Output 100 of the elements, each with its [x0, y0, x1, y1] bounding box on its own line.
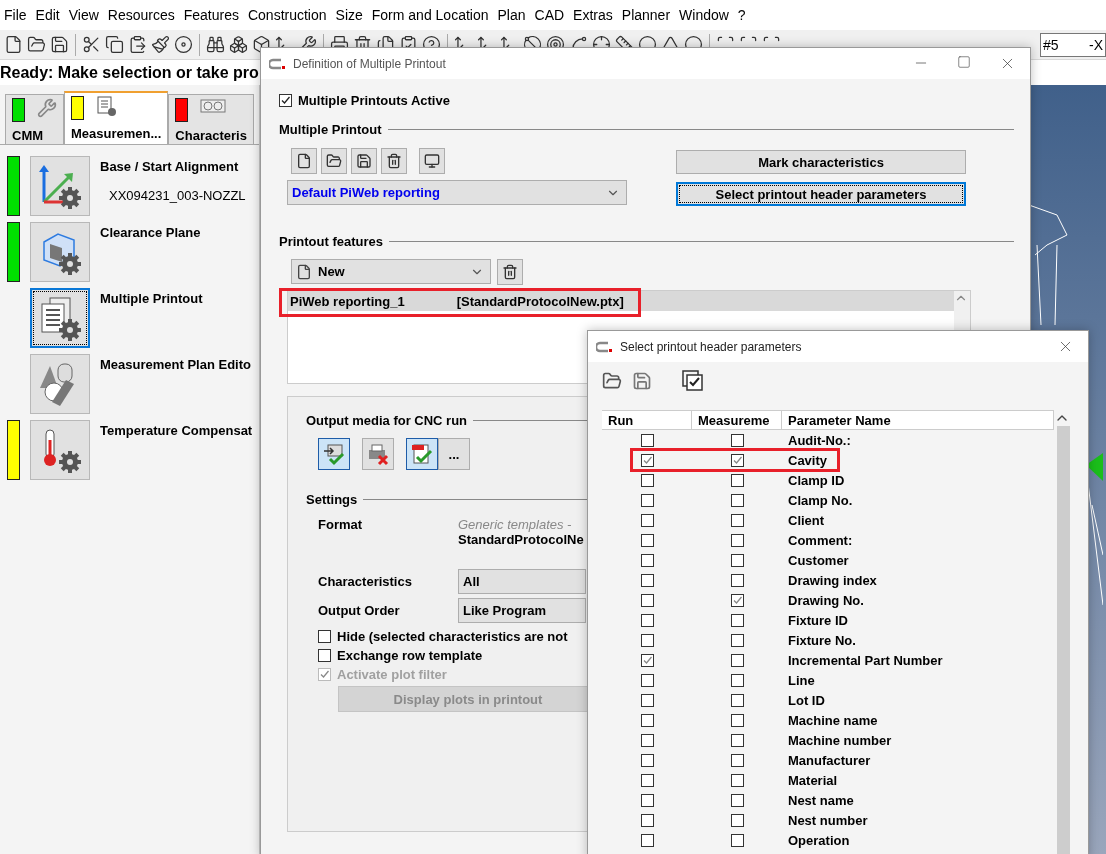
checkbox[interactable] — [730, 693, 744, 707]
delete-button[interactable] — [381, 148, 407, 174]
menu-item[interactable]: Plan — [493, 7, 530, 23]
brush-icon[interactable] — [151, 35, 170, 54]
checkbox[interactable] — [730, 533, 744, 547]
menu-item[interactable]: CAD — [530, 7, 569, 23]
checkbox[interactable] — [730, 473, 744, 487]
plan-item-button[interactable] — [30, 288, 90, 348]
checkbox[interactable] — [640, 513, 654, 527]
action-button[interactable]: Mark characteristics — [676, 150, 966, 174]
checkbox[interactable] — [279, 94, 292, 107]
menu-item[interactable]: Extras — [569, 7, 617, 23]
checkbox[interactable] — [730, 453, 744, 467]
checkbox[interactable] — [640, 593, 654, 607]
menu-item[interactable]: Resources — [103, 7, 179, 23]
checkbox[interactable] — [730, 633, 744, 647]
checkbox[interactable] — [730, 433, 744, 447]
menu-item[interactable]: File — [0, 7, 31, 23]
select-field[interactable]: Like Program — [458, 598, 586, 623]
menu-item[interactable]: Construction — [243, 7, 331, 23]
checkbox[interactable] — [730, 733, 744, 747]
checkbox[interactable] — [640, 453, 654, 467]
checkbox[interactable] — [318, 630, 331, 643]
checkbox[interactable] — [640, 773, 654, 787]
checkbox[interactable] — [730, 573, 744, 587]
checkbox[interactable] — [640, 613, 654, 627]
checkbox[interactable] — [730, 773, 744, 787]
open-button[interactable] — [321, 148, 347, 174]
output-media-button[interactable] — [406, 438, 438, 470]
checkbox[interactable] — [730, 673, 744, 687]
delete-button[interactable] — [497, 259, 523, 285]
new-feature-dropdown[interactable]: New — [291, 259, 491, 284]
new-file-icon[interactable] — [4, 35, 23, 54]
menu-item[interactable]: Edit — [31, 7, 64, 23]
checkbox[interactable] — [730, 653, 744, 667]
action-button[interactable]: Select printout header parameters — [676, 182, 966, 206]
document-gear-icon — [96, 96, 118, 118]
feature-row[interactable]: PiWeb reporting_1 [StandardProtocolNew.ptx] — [288, 291, 954, 311]
checkbox[interactable] — [640, 753, 654, 767]
menu-item[interactable]: ? — [733, 7, 750, 23]
checkbox[interactable] — [640, 653, 654, 667]
checkbox[interactable] — [730, 593, 744, 607]
checkbox[interactable] — [730, 553, 744, 567]
checkbox[interactable] — [640, 813, 654, 827]
checkbox[interactable] — [730, 793, 744, 807]
checkbox[interactable] — [640, 533, 654, 547]
menu-item[interactable]: Window — [675, 7, 733, 23]
scrollbar-track[interactable] — [1057, 426, 1070, 854]
checkbox[interactable] — [640, 693, 654, 707]
boxes-icon[interactable] — [229, 35, 248, 54]
template-dropdown[interactable]: Default PiWeb reporting — [287, 180, 627, 205]
window-title: Select printout header parameters — [620, 339, 802, 354]
new-button[interactable] — [291, 148, 317, 174]
checkbox[interactable] — [318, 649, 331, 662]
record-icon[interactable] — [174, 35, 193, 54]
menu-item[interactable]: Size — [331, 7, 367, 23]
paste-icon[interactable] — [128, 35, 147, 54]
check-all-icon[interactable] — [682, 370, 704, 392]
binoculars-icon[interactable] — [206, 35, 225, 54]
save-icon[interactable] — [50, 35, 69, 54]
save-button[interactable] — [351, 148, 377, 174]
checkbox[interactable] — [730, 493, 744, 507]
menu-item[interactable]: View — [64, 7, 103, 23]
tab[interactable]: Characteris — [168, 94, 254, 144]
checkbox[interactable] — [640, 573, 654, 587]
menu-item[interactable]: Form and Location — [367, 7, 493, 23]
tab[interactable]: CMM — [5, 94, 64, 144]
output-media-button[interactable] — [318, 438, 350, 470]
output-media-button[interactable] — [362, 438, 394, 470]
checkbox[interactable] — [730, 713, 744, 727]
scissors-icon[interactable] — [82, 35, 101, 54]
checkbox[interactable] — [730, 613, 744, 627]
menu-item[interactable]: Planner — [617, 7, 675, 23]
checkbox[interactable] — [730, 513, 744, 527]
checkbox[interactable] — [730, 833, 744, 847]
checkbox[interactable] — [640, 733, 654, 747]
select-field[interactable]: All — [458, 569, 586, 594]
checkbox[interactable] — [640, 493, 654, 507]
checkbox[interactable] — [640, 673, 654, 687]
checkbox[interactable] — [640, 433, 654, 447]
open-folder-icon[interactable] — [27, 35, 46, 54]
checkbox[interactable] — [730, 813, 744, 827]
checkbox[interactable] — [640, 793, 654, 807]
copy-icon[interactable] — [105, 35, 124, 54]
checkbox[interactable] — [640, 713, 654, 727]
open-folder-icon[interactable] — [602, 371, 622, 391]
column-header[interactable]: Run — [602, 411, 692, 430]
menu-item[interactable]: Features — [179, 7, 243, 23]
step-field[interactable]: #5 -X — [1040, 32, 1106, 57]
more-button[interactable]: ... — [438, 438, 470, 470]
plan-item-button[interactable] — [30, 420, 90, 480]
column-header[interactable]: Measureme — [692, 411, 782, 430]
tab[interactable]: Measuremen... — [64, 91, 169, 144]
preview-button[interactable] — [419, 148, 445, 174]
checkbox[interactable] — [640, 833, 654, 847]
checkbox[interactable] — [640, 553, 654, 567]
checkbox[interactable] — [640, 633, 654, 647]
checkbox[interactable] — [730, 753, 744, 767]
column-header[interactable]: Parameter Name — [782, 411, 1054, 430]
checkbox[interactable] — [640, 473, 654, 487]
